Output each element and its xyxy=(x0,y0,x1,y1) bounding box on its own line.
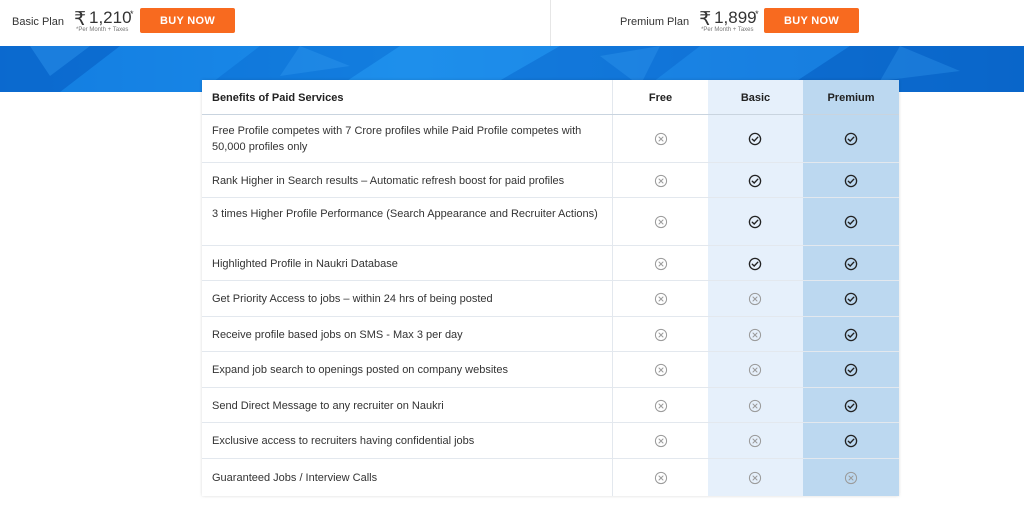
premium-price-note: *Per Month + Taxes xyxy=(701,27,754,33)
cross-icon xyxy=(654,399,668,412)
benefit-text: Send Direct Message to any recruiter on … xyxy=(212,399,444,412)
table-row: Rank Higher in Search results – Automati… xyxy=(202,163,899,198)
table-row: 3 times Higher Profile Performance (Sear… xyxy=(202,198,899,246)
cross-icon xyxy=(654,132,668,146)
header-basic: Basic xyxy=(740,91,771,104)
table-row: Guaranteed Jobs / Interview Calls xyxy=(202,459,899,496)
cross-icon xyxy=(654,215,668,229)
benefit-text: Free Profile competes with 7 Crore profi… xyxy=(212,125,582,153)
cross-icon xyxy=(748,363,762,377)
benefit-text: Receive profile based jobs on SMS - Max … xyxy=(212,328,463,341)
check-icon xyxy=(844,434,858,448)
plan-bar: Basic Plan ₹ 1,210 * *Per Month + Taxes … xyxy=(0,0,1024,46)
cross-icon xyxy=(654,434,668,448)
benefit-text: 3 times Higher Profile Performance (Sear… xyxy=(212,208,598,220)
cross-icon xyxy=(748,328,762,341)
premium-plan-name: Premium Plan xyxy=(620,16,690,28)
cross-icon xyxy=(748,399,762,412)
basic-plan: Basic Plan ₹ 1,210 * *Per Month + Taxes xyxy=(12,8,138,36)
premium-plan: Premium Plan ₹ 1,899 * *Per Month + Taxe… xyxy=(620,8,763,36)
basic-price-asterisk: * xyxy=(129,9,134,19)
header-premium: Premium xyxy=(827,91,875,104)
check-icon xyxy=(844,174,858,187)
cross-icon xyxy=(654,292,668,306)
premium-price-amount: 1,899 xyxy=(714,8,757,27)
check-icon xyxy=(844,292,858,306)
header-benefits: Benefits of Paid Services xyxy=(212,91,344,104)
cross-icon xyxy=(654,257,668,270)
check-icon xyxy=(748,132,762,146)
check-icon xyxy=(748,215,762,229)
check-icon xyxy=(844,132,858,146)
table-row: Get Priority Access to jobs – within 24 … xyxy=(202,281,899,317)
benefit-text: Get Priority Access to jobs – within 24 … xyxy=(212,293,493,305)
cross-icon xyxy=(654,471,668,484)
benefit-text: Guaranteed Jobs / Interview Calls xyxy=(212,471,378,484)
cross-icon xyxy=(748,471,762,484)
check-icon xyxy=(844,328,858,341)
basic-price-amount: 1,210 xyxy=(88,8,132,27)
basic-price-note: *Per Month + Taxes xyxy=(75,27,129,33)
cross-icon xyxy=(654,363,668,377)
premium-buy-now-button[interactable]: BUY NOW xyxy=(764,8,859,33)
check-icon xyxy=(748,174,762,187)
benefit-text: Highlighted Profile in Naukri Database xyxy=(212,257,398,270)
check-icon xyxy=(844,399,858,412)
cross-icon xyxy=(844,471,858,484)
plan-divider xyxy=(550,0,551,46)
table-row: Free Profile competes with 7 Crore profi… xyxy=(202,115,899,163)
table-row: Exclusive access to recruiters having co… xyxy=(202,423,899,459)
benefit-text: Rank Higher in Search results – Automati… xyxy=(212,174,565,187)
basic-plan-name: Basic Plan xyxy=(12,16,64,28)
benefits-table: Benefits of Paid Services Free Basic Pre… xyxy=(202,80,899,496)
table-row: Send Direct Message to any recruiter on … xyxy=(202,388,899,423)
check-icon xyxy=(748,257,762,270)
basic-plan-price: ₹ 1,210 * *Per Month + Taxes xyxy=(74,8,138,36)
benefit-text: Exclusive access to recruiters having co… xyxy=(212,435,475,447)
premium-plan-price: ₹ 1,899 * *Per Month + Taxes xyxy=(699,8,763,36)
premium-price-asterisk: * xyxy=(755,9,759,19)
cross-icon xyxy=(748,292,762,306)
cross-icon xyxy=(654,328,668,341)
cross-icon xyxy=(654,174,668,187)
benefit-text: Expand job search to openings posted on … xyxy=(212,364,508,376)
table-row: Receive profile based jobs on SMS - Max … xyxy=(202,317,899,352)
check-icon xyxy=(844,215,858,229)
check-icon xyxy=(844,363,858,377)
basic-buy-now-button[interactable]: BUY NOW xyxy=(140,8,235,33)
cross-icon xyxy=(748,434,762,448)
check-icon xyxy=(844,257,858,270)
table-row: Expand job search to openings posted on … xyxy=(202,352,899,388)
header-free: Free xyxy=(648,91,673,104)
table-row: Highlighted Profile in Naukri Database xyxy=(202,246,899,281)
